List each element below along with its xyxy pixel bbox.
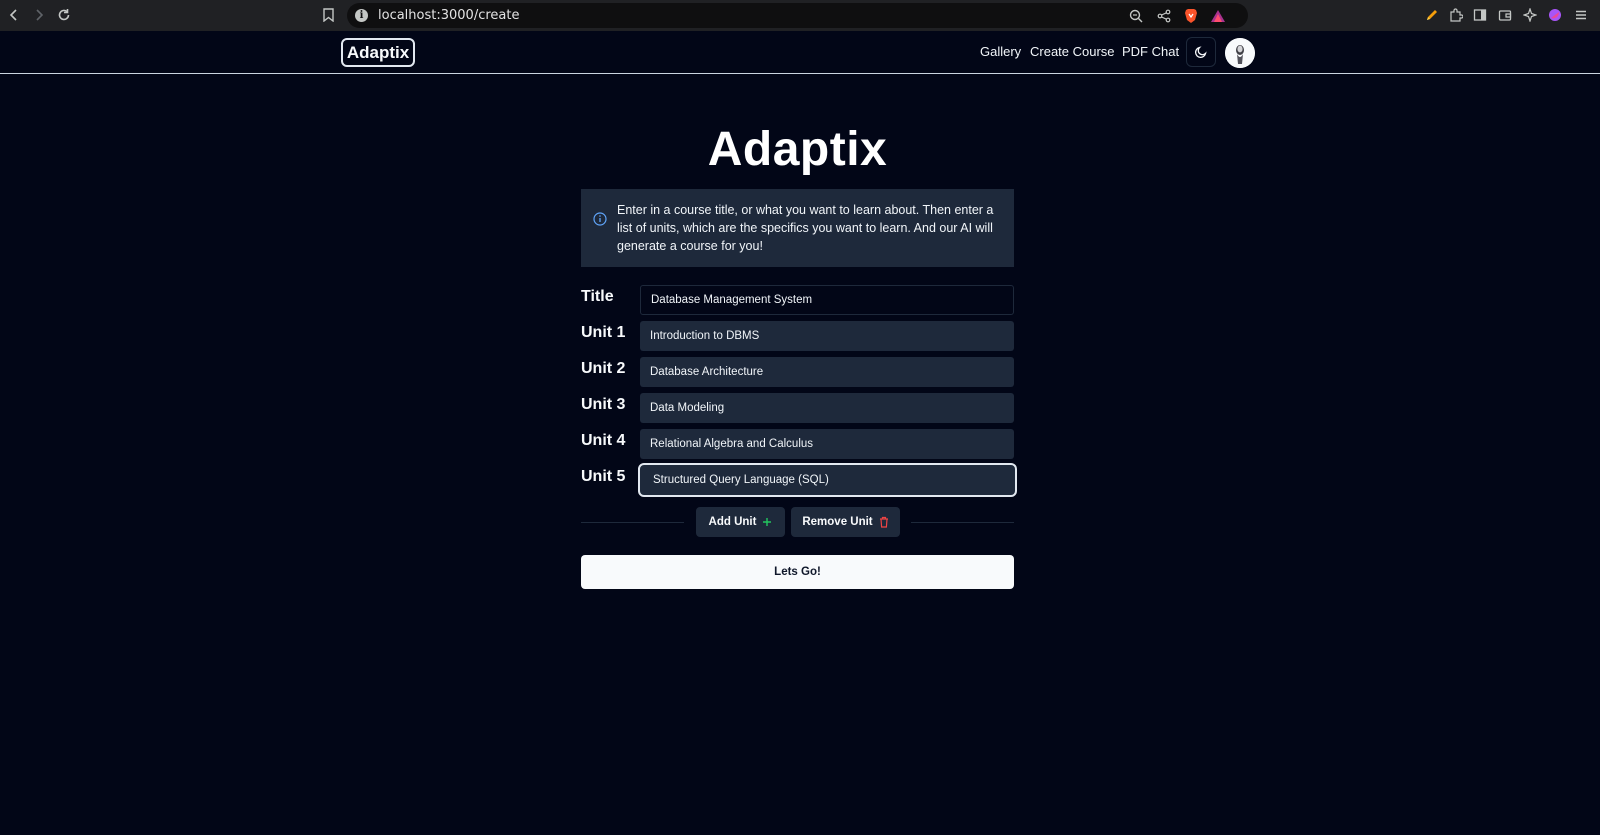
remove-unit-label: Remove Unit [802, 516, 873, 528]
page-title: Adaptix [707, 123, 888, 176]
site-info-icon[interactable]: i [355, 9, 368, 22]
unit-2-label: Unit 2 [581, 360, 626, 377]
address-bar[interactable]: i localhost:3000/create [347, 3, 1248, 28]
avatar-icon [1225, 38, 1255, 68]
profile-icon[interactable] [1546, 6, 1564, 24]
logo-link[interactable]: Adaptix [341, 38, 415, 67]
divider-right [911, 522, 1014, 523]
share-icon[interactable] [1155, 7, 1173, 25]
back-button[interactable] [4, 5, 24, 25]
remove-unit-button[interactable]: Remove Unit [791, 507, 900, 537]
nav-pdf-chat[interactable]: PDF Chat [1122, 44, 1179, 59]
sidebar-icon[interactable] [1471, 6, 1489, 24]
nav-gallery[interactable]: Gallery [980, 44, 1021, 59]
user-avatar[interactable] [1225, 38, 1255, 68]
unit-2-input[interactable] [640, 357, 1014, 387]
unit-1-label: Unit 1 [581, 324, 626, 341]
extensions-icon[interactable] [1447, 6, 1465, 24]
bookmark-button[interactable] [318, 5, 338, 25]
forward-button[interactable] [29, 5, 49, 25]
unit-1-input[interactable] [640, 321, 1014, 351]
add-unit-label: Add Unit [708, 516, 757, 528]
chevron-left-icon [9, 9, 17, 21]
moon-icon [1194, 46, 1207, 59]
brave-shield-icon[interactable] [1182, 7, 1200, 25]
title-input[interactable] [640, 285, 1014, 315]
reload-button[interactable] [54, 5, 74, 25]
trash-icon [879, 516, 888, 528]
zoom-icon[interactable] [1127, 7, 1145, 25]
unit-5-input[interactable] [638, 463, 1017, 497]
info-text: Enter in a course title, or what you wan… [617, 203, 994, 253]
divider-left [581, 522, 684, 523]
theme-toggle-button[interactable] [1186, 37, 1216, 67]
submit-button[interactable]: Lets Go! [581, 555, 1014, 589]
unit-3-label: Unit 3 [581, 396, 626, 413]
add-unit-button[interactable]: Add Unit [696, 507, 785, 537]
browser-toolbar: i localhost:3000/create [0, 0, 1600, 31]
bookmark-icon [322, 8, 334, 22]
unit-5-label: Unit 5 [581, 468, 626, 485]
unit-4-label: Unit 4 [581, 432, 626, 449]
menu-icon[interactable] [1572, 6, 1590, 24]
info-icon [593, 212, 607, 226]
brave-rewards-icon[interactable] [1209, 7, 1227, 25]
info-box: Enter in a course title, or what you wan… [581, 189, 1014, 267]
nav-create-course[interactable]: Create Course [1030, 44, 1115, 59]
pencil-extension-icon[interactable] [1423, 6, 1441, 24]
app-header: Adaptix Gallery Create Course PDF Chat [0, 31, 1600, 74]
title-label: Title [581, 288, 614, 305]
wallet-icon[interactable] [1496, 6, 1514, 24]
unit-3-input[interactable] [640, 393, 1014, 423]
reload-icon [58, 9, 70, 21]
plus-icon [763, 518, 772, 526]
chevron-right-icon [36, 9, 44, 21]
url-text: localhost:3000/create [378, 8, 520, 23]
unit-4-input[interactable] [640, 429, 1014, 459]
leo-ai-icon[interactable] [1521, 6, 1539, 24]
